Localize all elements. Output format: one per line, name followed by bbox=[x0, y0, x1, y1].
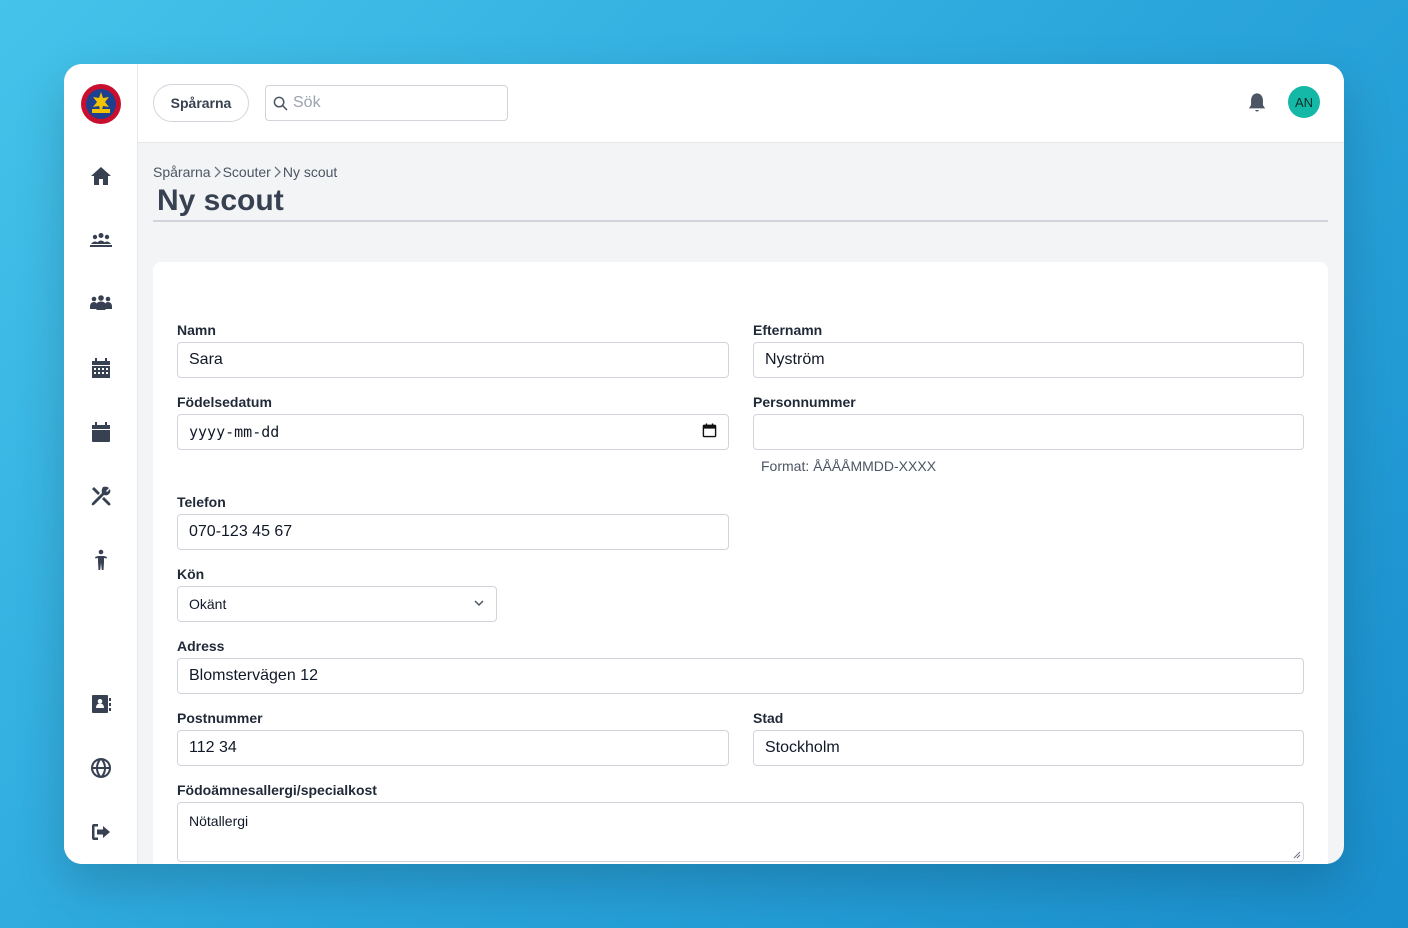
sign-out-icon[interactable] bbox=[85, 816, 117, 848]
child-icon[interactable] bbox=[85, 544, 117, 576]
tools-icon[interactable] bbox=[85, 480, 117, 512]
resize-handle-icon[interactable] bbox=[1291, 849, 1301, 859]
phone-input[interactable]: 070-123 45 67 bbox=[177, 514, 729, 550]
gender-label: Kön bbox=[177, 566, 205, 582]
gender-select-value: Okänt bbox=[189, 596, 227, 612]
birth-date-value: yyyy-mm-dd bbox=[189, 423, 280, 441]
people-icon[interactable] bbox=[85, 288, 117, 320]
last-name-label: Efternamn bbox=[753, 322, 823, 338]
phone-label: Telefon bbox=[177, 494, 226, 510]
birth-date-label: Födelsedatum bbox=[177, 394, 272, 410]
allergies-value: Nötallergi bbox=[189, 813, 249, 829]
first-name-input[interactable]: Sara bbox=[177, 342, 729, 378]
address-input[interactable]: Blomstervägen 12 bbox=[177, 658, 1304, 694]
chevron-down-icon bbox=[473, 596, 485, 612]
personal-number-label: Personnummer bbox=[753, 394, 856, 410]
bell-icon[interactable] bbox=[1244, 90, 1270, 116]
top-bar: Spårarna AN bbox=[138, 64, 1344, 143]
postal-code-input[interactable]: 112 34 bbox=[177, 730, 729, 766]
personal-number-input[interactable] bbox=[753, 414, 1304, 450]
address-book-icon[interactable] bbox=[85, 688, 117, 720]
address-label: Adress bbox=[177, 638, 225, 654]
breadcrumb: Spårarna Scouter Ny scout bbox=[153, 164, 337, 180]
city-input[interactable]: Stockholm bbox=[753, 730, 1304, 766]
last-name-input[interactable]: Nyström bbox=[753, 342, 1304, 378]
birth-date-input[interactable]: yyyy-mm-dd bbox=[177, 414, 729, 450]
home-icon[interactable] bbox=[85, 160, 117, 192]
allergies-textarea[interactable]: Nötallergi bbox=[177, 802, 1304, 862]
allergies-label: Födoämnesallergi/specialkost bbox=[177, 782, 377, 798]
first-name-label: Namn bbox=[177, 322, 216, 338]
search-box[interactable] bbox=[265, 85, 508, 121]
title-divider bbox=[153, 220, 1328, 222]
globe-icon[interactable] bbox=[85, 752, 117, 784]
breadcrumb-item-organization[interactable]: Spårarna bbox=[153, 164, 211, 180]
page-title: Ny scout bbox=[157, 184, 284, 217]
breadcrumb-item-scouts[interactable]: Scouter bbox=[223, 164, 271, 180]
calendar-picker-icon[interactable] bbox=[702, 422, 717, 442]
gender-select[interactable]: Okänt bbox=[177, 586, 497, 622]
organization-button[interactable]: Spårarna bbox=[153, 84, 249, 122]
personal-number-help: Format: ÅÅÅÅMMDD-XXXX bbox=[761, 458, 937, 474]
city-label: Stad bbox=[753, 710, 784, 726]
search-input[interactable] bbox=[293, 86, 503, 120]
user-avatar[interactable]: AN bbox=[1288, 86, 1320, 118]
sidebar bbox=[64, 64, 138, 864]
chevron-right-icon bbox=[211, 165, 223, 179]
calendar-icon[interactable] bbox=[85, 352, 117, 384]
calendar-solid-icon[interactable] bbox=[85, 416, 117, 448]
groups-icon[interactable] bbox=[85, 224, 117, 256]
form-card: Namn Sara Efternamn Nyström Födelsedatum… bbox=[153, 262, 1328, 864]
chevron-right-icon bbox=[271, 165, 283, 179]
postal-code-label: Postnummer bbox=[177, 710, 263, 726]
breadcrumb-item-current: Ny scout bbox=[282, 164, 338, 180]
app-window: Spårarna AN Spårarna Scouter Ny scout Ny… bbox=[64, 64, 1344, 864]
organization-logo[interactable] bbox=[80, 83, 122, 125]
search-icon bbox=[273, 96, 288, 111]
